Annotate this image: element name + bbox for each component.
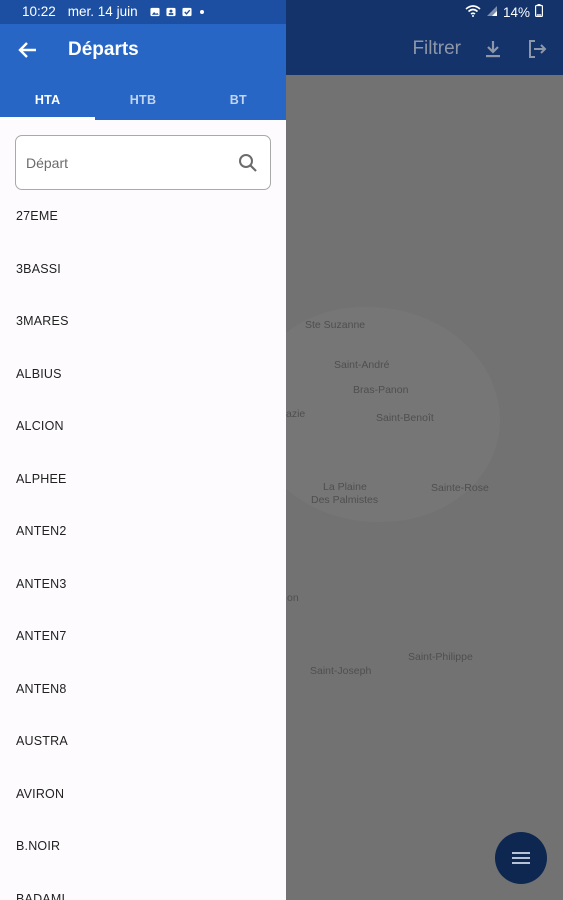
download-icon[interactable] xyxy=(481,37,505,61)
search-input[interactable] xyxy=(26,136,226,189)
list-item[interactable]: ALCION xyxy=(0,400,286,453)
map-label: Sainte-Rose xyxy=(431,482,489,494)
map-label: La Plaine xyxy=(323,481,367,493)
list-item[interactable]: AUSTRA xyxy=(0,715,286,768)
tab-hta[interactable]: HTA xyxy=(0,80,96,120)
list-item[interactable]: ANTEN8 xyxy=(0,663,286,716)
list-item[interactable]: B.NOIR xyxy=(0,820,286,873)
status-bar-left: 10:22 mer. 14 juin xyxy=(22,4,204,19)
gallery-notification-icon xyxy=(150,7,160,17)
depart-list: 27EME 3BASSI 3MARES ALBIUS ALCION ALPHEE… xyxy=(0,190,286,900)
status-date: mer. 14 juin xyxy=(67,4,138,19)
map-label: Des Palmistes xyxy=(311,494,379,506)
status-bar: 10:22 mer. 14 juin 14% xyxy=(0,0,563,24)
check-notification-icon xyxy=(182,7,192,17)
map-label: azie xyxy=(286,408,306,420)
status-bar-right: 14% xyxy=(465,4,544,20)
status-time: 10:22 xyxy=(22,4,56,19)
list-item[interactable]: ANTEN7 xyxy=(0,610,286,663)
list-item[interactable]: BADAMI xyxy=(0,873,286,900)
map-label: Saint-Joseph xyxy=(310,665,372,677)
tab-label: HTA xyxy=(34,93,61,107)
map-label: Saint-Philippe xyxy=(408,651,473,663)
list-item[interactable]: ALBIUS xyxy=(0,348,286,401)
battery-level: 14% xyxy=(502,4,530,20)
map-label: Ste Suzanne xyxy=(305,319,366,331)
departs-drawer: Départs HTA HTB BT 27EME 3BASSI 3MARES A… xyxy=(0,0,286,900)
map-label: on xyxy=(287,592,299,604)
list-item[interactable]: 3BASSI xyxy=(0,243,286,296)
list-item[interactable]: ALPHEE xyxy=(0,453,286,506)
tab-label: HTB xyxy=(129,93,157,107)
wifi-icon xyxy=(465,4,481,20)
back-button[interactable] xyxy=(14,36,42,64)
list-item[interactable]: ANTEN3 xyxy=(0,558,286,611)
list-item[interactable]: AVIRON xyxy=(0,768,286,821)
signal-icon xyxy=(486,5,498,20)
map-label: Bras-Panon xyxy=(353,384,409,396)
tab-htb[interactable]: HTB xyxy=(95,80,190,120)
search-icon[interactable] xyxy=(238,153,258,173)
contact-notification-icon xyxy=(166,7,176,17)
app-bar-actions: Filtrer xyxy=(412,34,549,64)
tab-label: BT xyxy=(229,93,247,107)
drawer-header: Départs HTA HTB BT xyxy=(0,24,286,120)
menu-fab[interactable] xyxy=(495,832,547,884)
map-label: Saint-Benoît xyxy=(376,412,434,424)
search-field[interactable] xyxy=(15,135,271,190)
more-notifications-icon xyxy=(199,9,204,14)
battery-icon xyxy=(535,4,544,20)
map-label: Saint-André xyxy=(334,359,390,371)
list-item[interactable]: 27EME xyxy=(0,190,286,243)
list-item[interactable]: ANTEN2 xyxy=(0,505,286,558)
filter-button[interactable]: Filtrer xyxy=(412,38,461,60)
logout-icon[interactable] xyxy=(525,37,549,61)
menu-icon xyxy=(512,852,530,864)
tab-bt[interactable]: BT xyxy=(191,80,286,120)
arrow-left-icon xyxy=(18,42,36,58)
tab-bar: HTA HTB BT xyxy=(0,80,286,120)
list-item[interactable]: 3MARES xyxy=(0,295,286,348)
drawer-title: Départs xyxy=(68,39,139,60)
